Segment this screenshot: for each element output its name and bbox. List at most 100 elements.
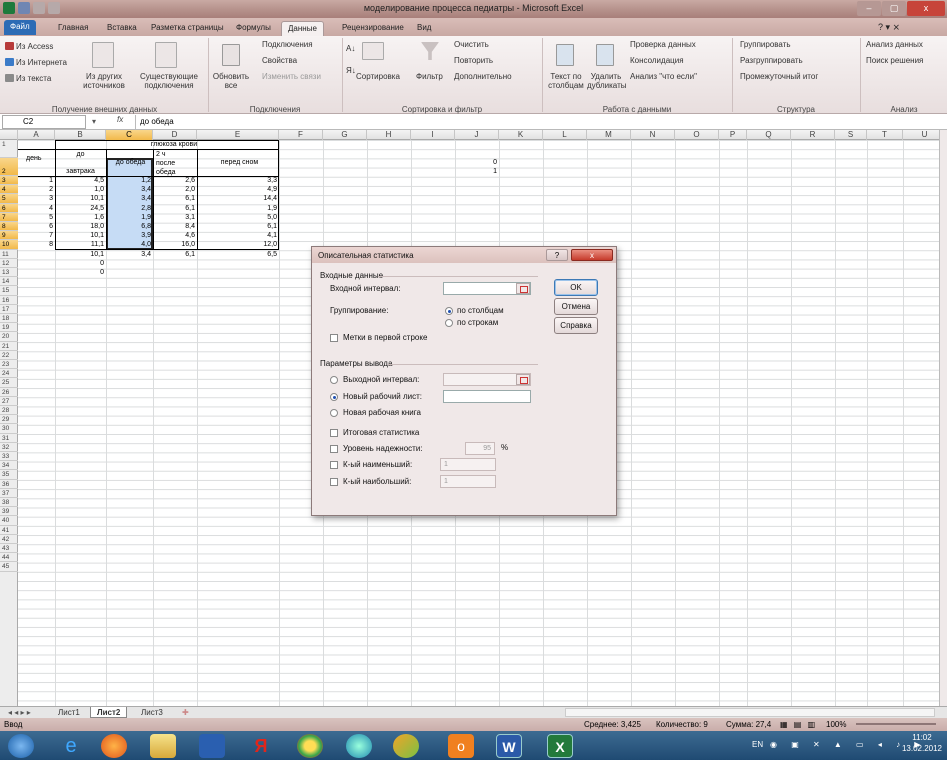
column-header[interactable]: F [279, 130, 323, 140]
cell-day[interactable]: 7 [18, 231, 53, 240]
column-header[interactable]: N [631, 130, 675, 140]
column-header[interactable]: M [587, 130, 631, 140]
cell-value[interactable]: 6,1 [153, 194, 195, 203]
column-header[interactable]: Q [747, 130, 791, 140]
row-header[interactable]: 33 [0, 452, 18, 462]
row-header[interactable]: 2 [0, 158, 18, 176]
row-header[interactable]: 3 [0, 176, 18, 186]
insert-sheet-icon[interactable]: ✚ [176, 707, 195, 718]
sort-az-icon[interactable]: A↓ [346, 44, 355, 53]
subtotal-button[interactable]: Промежуточный итог [740, 72, 818, 81]
yandex-icon[interactable]: Я [248, 734, 274, 758]
cell-value[interactable]: 6,8 [106, 222, 151, 231]
kth-smallest-field[interactable]: 1 [440, 458, 496, 471]
edit-links-button[interactable]: Изменить связи [262, 72, 321, 81]
explorer-icon[interactable] [150, 734, 176, 758]
column-header[interactable]: P [719, 130, 747, 140]
cell-header-lunch[interactable]: до обеда [108, 158, 153, 167]
cell-day[interactable]: 1 [18, 176, 53, 185]
tab-formulas[interactable]: Формулы [230, 21, 277, 36]
tab-page-layout[interactable]: Разметка страницы [145, 21, 230, 36]
cell-value[interactable]: 3,1 [153, 213, 195, 222]
cell-header-after-lunch[interactable]: после [156, 159, 175, 168]
row-header[interactable]: 37 [0, 489, 18, 498]
row-header[interactable]: 19 [0, 323, 18, 333]
column-header[interactable]: H [367, 130, 411, 140]
grouping-columns-radio[interactable] [445, 307, 453, 315]
odnoklassniki-icon[interactable]: o [448, 734, 474, 758]
row-header[interactable]: 34 [0, 461, 18, 471]
consolidate-button[interactable]: Консолидация [630, 56, 684, 65]
from-web-button[interactable]: Из Интернета [16, 58, 67, 67]
cell-value[interactable]: 6,1 [153, 204, 195, 213]
cell-value[interactable]: 24,5 [55, 204, 104, 213]
name-box[interactable]: C2 [2, 115, 86, 129]
reapply-button[interactable]: Повторить [454, 56, 493, 65]
cell-value[interactable]: 5,0 [197, 213, 277, 222]
cell-value[interactable]: 0 [55, 268, 104, 277]
help-icon[interactable]: ? ▾ ⨯ [872, 21, 906, 36]
cell-value[interactable]: 3,4 [106, 194, 151, 203]
new-book-radio[interactable] [330, 409, 338, 417]
row-header[interactable]: 38 [0, 498, 18, 508]
cell-value[interactable]: 11,1 [55, 240, 104, 249]
cell-day[interactable]: 8 [18, 240, 53, 249]
column-header[interactable]: R [791, 130, 835, 140]
row-header[interactable]: 32 [0, 443, 18, 452]
cell-value[interactable]: 10,1 [55, 250, 104, 259]
row-header[interactable]: 7 [0, 212, 18, 222]
close-button[interactable]: x [907, 1, 945, 16]
cell-value[interactable]: 1,9 [197, 204, 277, 213]
row-header[interactable]: 13 [0, 268, 18, 278]
row-header[interactable]: 31 [0, 434, 18, 443]
chrome-icon[interactable] [297, 734, 323, 758]
cell-day[interactable]: 4 [18, 204, 53, 213]
row-header[interactable]: 27 [0, 397, 18, 406]
cell-header-breakfast-top[interactable]: до [58, 150, 103, 159]
row-header[interactable]: 36 [0, 480, 18, 489]
cell-value[interactable]: 3,3 [197, 176, 277, 185]
cancel-button[interactable]: Отмена [554, 298, 598, 315]
grouping-rows-radio[interactable] [445, 319, 453, 327]
row-header[interactable]: 25 [0, 378, 18, 388]
row-header[interactable]: 11 [0, 250, 18, 259]
cell-value[interactable]: 1,2 [106, 176, 151, 185]
row-header[interactable]: 14 [0, 277, 18, 287]
row-header[interactable]: 4 [0, 185, 18, 195]
maximize-button[interactable]: ▢ [882, 1, 906, 16]
help-icon[interactable]: ? [546, 249, 568, 261]
app-icon[interactable] [393, 734, 419, 758]
column-header[interactable]: G [323, 130, 367, 140]
vertical-scrollbar[interactable] [939, 130, 947, 706]
cell-value[interactable]: 10,1 [55, 231, 104, 240]
column-header[interactable]: L [543, 130, 587, 140]
chevron-down-icon[interactable]: ▾ [92, 117, 96, 126]
cell-value[interactable]: 12,0 [197, 240, 277, 249]
row-header[interactable]: 12 [0, 259, 18, 268]
filter-button[interactable]: Фильтр [416, 72, 443, 81]
row-header[interactable]: 15 [0, 286, 18, 296]
cell-value[interactable]: 8,4 [153, 222, 195, 231]
cell-value[interactable]: 4,0 [106, 240, 151, 249]
group-button[interactable]: Группировать [740, 40, 791, 49]
column-header[interactable]: T [867, 130, 903, 140]
row-header[interactable]: 40 [0, 516, 18, 526]
close-icon[interactable]: x [571, 249, 613, 261]
ok-button[interactable]: OK [554, 279, 598, 296]
horizontal-scrollbar[interactable] [565, 708, 935, 717]
sheet-tab[interactable]: Лист1 [52, 707, 86, 718]
from-text-button[interactable]: Из текста [16, 74, 51, 83]
word-icon[interactable]: W [496, 734, 522, 758]
sheet-tab-active[interactable]: Лист2 [90, 707, 128, 718]
cell-day[interactable]: 6 [18, 222, 53, 231]
confidence-checkbox[interactable] [330, 445, 338, 453]
zoom-slider[interactable] [856, 723, 936, 725]
row-header[interactable]: 16 [0, 296, 18, 305]
cell-value[interactable]: 6,5 [197, 250, 277, 259]
kth-largest-field[interactable]: 1 [440, 475, 496, 488]
row-header[interactable]: 23 [0, 360, 18, 370]
cell-value[interactable]: 3,9 [106, 231, 151, 240]
what-if-button[interactable]: Анализ "что если" [630, 72, 697, 81]
sheet-nav-icon[interactable]: ◂ ◂ ▸ ▸ [2, 707, 37, 718]
tab-home[interactable]: Главная [52, 21, 94, 36]
